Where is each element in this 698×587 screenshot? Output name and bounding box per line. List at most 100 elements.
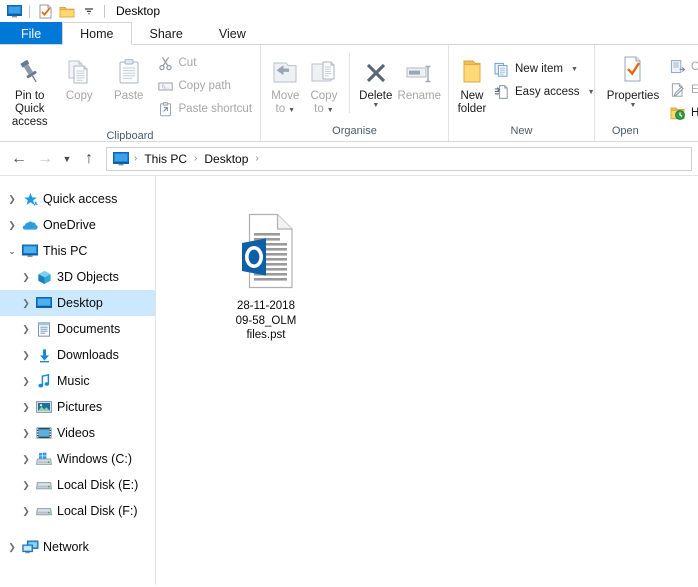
tab-share[interactable]: Share <box>131 22 201 44</box>
edit-icon <box>669 82 686 99</box>
chevron-down-icon[interactable]: ▼ <box>372 102 379 109</box>
easy-access-button[interactable]: Easy access ▼ <box>490 82 598 102</box>
sidebar-label: Quick access <box>43 192 118 206</box>
this-pc-icon <box>113 151 129 166</box>
navigation-pane[interactable]: ❯ Quick access ❯ OneDrive ⌄ This PC ❯ 3D… <box>0 176 156 585</box>
customize-dropdown-icon[interactable] <box>79 1 99 21</box>
videos-icon <box>34 426 54 440</box>
drive-icon <box>34 504 54 518</box>
new-folder-button[interactable]: New folder <box>454 51 490 116</box>
ribbon-tabs: File Home Share View <box>0 22 698 45</box>
properties-button[interactable]: Properties ▼ <box>600 51 666 109</box>
ribbon-group-organise: Move to ▼ Copy to ▼ Delete ▼ Rename Orga… <box>260 45 448 141</box>
sidebar-item-pictures[interactable]: ❯ Pictures <box>0 394 155 420</box>
sidebar-label: Documents <box>57 322 121 336</box>
breadcrumb-this-pc[interactable]: This PC <box>142 152 189 166</box>
qat-separator-1 <box>29 4 30 18</box>
chevron-right-icon[interactable]: ❯ <box>18 350 34 361</box>
sidebar-item-quick-access[interactable]: ❯ Quick access <box>0 186 155 212</box>
chevron-down-icon[interactable]: ⌄ <box>4 246 20 257</box>
file-list-view[interactable]: 28-11-2018 09-58_OLM files.pst <box>156 176 698 585</box>
chevron-right-icon[interactable]: ❯ <box>18 402 34 413</box>
chevron-down-icon[interactable]: ▼ <box>630 102 637 109</box>
chevron-right-icon[interactable]: ❯ <box>18 454 34 465</box>
pin-to-quick-access-button[interactable]: Pin to Quick access <box>5 51 55 130</box>
chevron-down-icon[interactable]: ▼ <box>571 66 578 73</box>
forward-button: → <box>37 149 53 167</box>
tab-home[interactable]: Home <box>62 22 132 45</box>
sidebar-item-network[interactable]: ❯ Network <box>0 534 155 560</box>
sidebar-item-local-disk-f[interactable]: ❯ Local Disk (F:) <box>0 498 155 524</box>
tab-file[interactable]: File <box>0 22 63 44</box>
chevron-right-icon[interactable]: ❯ <box>18 480 34 491</box>
chevron-down-icon[interactable]: ▼ <box>327 107 334 114</box>
ribbon-group-clipboard: Pin to Quick access Copy Paste Cut \\...… <box>0 45 260 141</box>
new-item-button[interactable]: New item ▼ <box>490 59 598 79</box>
ribbon-group-new: New folder New item ▼ Easy access ▼ New <box>448 45 595 141</box>
pin-to-quick-access-label-2: access <box>11 116 48 129</box>
back-button[interactable]: ← <box>6 147 32 171</box>
pin-icon <box>15 53 45 87</box>
breadcrumb-separator[interactable]: › <box>254 153 259 164</box>
chevron-right-icon[interactable]: ❯ <box>18 298 34 309</box>
chevron-right-icon[interactable]: ❯ <box>4 542 20 553</box>
sidebar-item-3d-objects[interactable]: ❯ 3D Objects <box>0 264 155 290</box>
copy-to-label-2: to ▼ <box>314 103 334 116</box>
ribbon-group-open: Properties ▼ E Open <box>594 45 698 141</box>
sidebar-item-videos[interactable]: ❯ Videos <box>0 420 155 446</box>
network-icon <box>20 540 40 554</box>
sidebar-item-documents[interactable]: ❯ Documents <box>0 316 155 342</box>
properties-icon <box>618 53 648 87</box>
chevron-right-icon[interactable]: ❯ <box>18 428 34 439</box>
chevron-right-icon[interactable]: ❯ <box>18 376 34 387</box>
breadcrumb-desktop[interactable]: Desktop <box>202 152 250 166</box>
list-item[interactable]: 28-11-2018 09-58_OLM files.pst <box>218 212 314 343</box>
svg-text:\\...: \\... <box>161 84 168 90</box>
history-button[interactable]: His <box>666 103 698 123</box>
paste-shortcut-icon <box>157 101 174 118</box>
sidebar-item-local-disk-e[interactable]: ❯ Local Disk (E:) <box>0 472 155 498</box>
cut-label: Cut <box>178 57 197 69</box>
copy-icon <box>64 53 94 87</box>
window-title: Desktop <box>116 4 161 18</box>
open-small-buttons: Op Edi <box>666 51 698 123</box>
copy-button: Copy <box>55 51 105 103</box>
sidebar-item-onedrive[interactable]: ❯ OneDrive <box>0 212 155 238</box>
explorer-body: ❯ Quick access ❯ OneDrive ⌄ This PC ❯ 3D… <box>0 175 698 585</box>
rename-label: Rename <box>397 90 441 102</box>
sidebar-label: Desktop <box>57 296 103 310</box>
sidebar-label: Pictures <box>57 400 103 414</box>
chevron-down-icon[interactable]: ▼ <box>288 107 295 114</box>
paste-shortcut-button: Paste shortcut <box>154 99 256 119</box>
chevron-right-icon[interactable]: ❯ <box>4 220 20 231</box>
sidebar-item-downloads[interactable]: ❯ Downloads <box>0 342 155 368</box>
scissors-icon <box>157 55 174 72</box>
paste-label: Paste <box>114 90 144 102</box>
properties-icon[interactable] <box>35 1 55 21</box>
copy-path-icon: \\... <box>157 78 174 95</box>
organise-separator <box>349 53 351 113</box>
open-icon <box>669 59 686 76</box>
new-folder-icon[interactable] <box>57 1 77 21</box>
pictures-icon <box>34 400 54 414</box>
delete-button[interactable]: Delete ▼ <box>356 51 395 109</box>
tab-view[interactable]: View <box>200 22 264 44</box>
edit-label: Edi <box>691 84 698 96</box>
recent-locations-button[interactable]: ▼ <box>58 147 76 171</box>
this-pc-icon[interactable] <box>4 1 24 21</box>
address-input[interactable]: › This PC › Desktop › <box>106 146 692 171</box>
copy-to-label-1: Copy <box>310 90 338 102</box>
chevron-right-icon[interactable]: ❯ <box>18 324 34 335</box>
up-button[interactable]: ↑ <box>76 147 102 171</box>
sidebar-item-this-pc[interactable]: ⌄ This PC <box>0 238 155 264</box>
chevron-right-icon[interactable]: ❯ <box>18 272 34 283</box>
new-item-icon <box>493 61 510 78</box>
documents-icon <box>34 321 54 337</box>
sidebar-item-windows-c[interactable]: ❯ Windows (C:) <box>0 446 155 472</box>
chevron-right-icon[interactable]: ❯ <box>4 194 20 205</box>
sidebar-item-desktop[interactable]: ❯ Desktop <box>0 290 155 316</box>
easy-access-label: Easy access <box>515 86 580 98</box>
sidebar-item-music[interactable]: ❯ Music <box>0 368 155 394</box>
chevron-right-icon[interactable]: ❯ <box>18 506 34 517</box>
breadcrumb-separator: › <box>134 153 138 164</box>
